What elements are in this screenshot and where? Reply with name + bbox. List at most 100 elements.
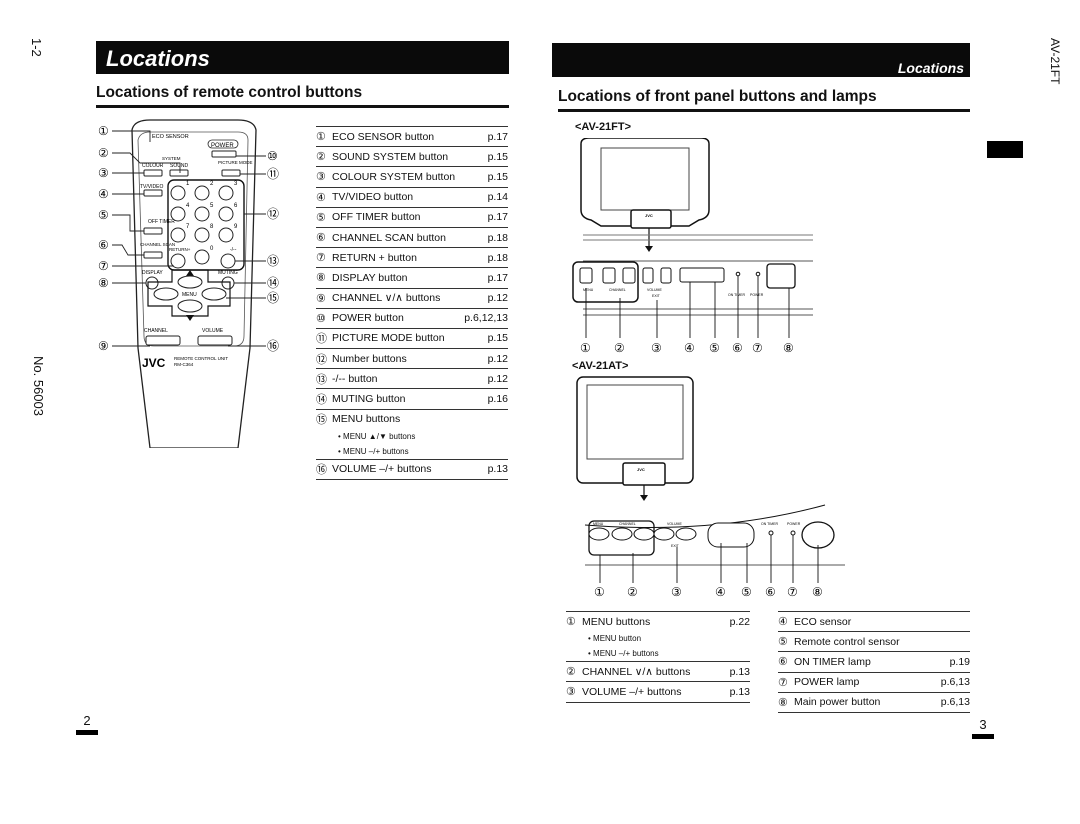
table-row: ④ ECO sensor xyxy=(778,611,970,633)
main-power-button[interactable] xyxy=(801,521,835,549)
row-label-group: ⑤ Remote control sensor xyxy=(778,635,900,649)
power-button[interactable] xyxy=(211,150,237,158)
sound-button[interactable] xyxy=(169,169,189,177)
muting-button[interactable] xyxy=(221,276,235,290)
row-label: ECO SENSOR button xyxy=(332,130,435,143)
page-number-text: 2 xyxy=(83,713,91,728)
front-panel-table-left: ① MENU buttons p.22 • MENU button • MENU –/+… xyxy=(566,611,750,703)
fp-callout-1: ① xyxy=(580,341,591,355)
digit-0-button[interactable] xyxy=(194,249,210,265)
digit-6-button[interactable] xyxy=(218,206,234,222)
digit-5-button[interactable] xyxy=(194,206,210,222)
volume-button[interactable] xyxy=(197,335,233,346)
row-label-group: ⑥ ON TIMER lamp xyxy=(778,655,871,669)
row-label-group: ⑫ Number buttons xyxy=(316,351,407,367)
channel-down-button[interactable] xyxy=(602,267,616,284)
digit-7-button[interactable] xyxy=(170,227,186,243)
digit-1-button[interactable] xyxy=(170,185,186,201)
panel-power-text: POWER xyxy=(787,522,801,526)
menu-minus-button[interactable] xyxy=(153,287,179,301)
row-sub-item: • MENU –/+ buttons xyxy=(566,646,750,663)
chapter-tab xyxy=(987,141,1023,158)
off-timer-button[interactable] xyxy=(143,227,163,235)
panel-on-timer-text: ON TIMER xyxy=(761,522,779,526)
menu-button[interactable] xyxy=(579,267,593,284)
table-row: ⑤ OFF TIMER button p.17 xyxy=(316,208,508,228)
menu-button[interactable] xyxy=(588,527,610,541)
row-number: ⑦ xyxy=(778,676,788,689)
channel-scan-button[interactable] xyxy=(143,251,163,259)
channel-down-button[interactable] xyxy=(611,527,633,541)
table-row: ③ VOLUME –/+ buttons p.13 xyxy=(566,682,750,703)
volume-up-button[interactable] xyxy=(660,267,672,284)
table-row: ⑫ Number buttons p.12 xyxy=(316,349,508,370)
row-page-ref: p.13 xyxy=(729,685,750,698)
row-page-ref: p.6,13 xyxy=(940,696,970,709)
callout-5: ⑤ xyxy=(98,208,109,222)
table-row: ⑦ POWER lamp p.6,13 xyxy=(778,673,970,693)
row-page-ref: p.6,12,13 xyxy=(464,312,508,325)
row-label-group: ⑨ CHANNEL ∨/∧ buttons xyxy=(316,292,440,305)
row-number: ③ xyxy=(566,686,576,699)
main-power-button[interactable] xyxy=(766,263,796,289)
row-page-ref: p.19 xyxy=(949,655,970,668)
page-number-text: 3 xyxy=(979,717,987,732)
on-timer-lamp xyxy=(735,271,741,277)
callout-1: ① xyxy=(98,124,109,138)
muting-text: MUTING xyxy=(218,270,238,276)
row-label: OFF TIMER button xyxy=(332,211,421,224)
volume-down-button[interactable] xyxy=(653,527,675,541)
av21at-callouts: ① ② ③ ④ ⑤ ⑥ ⑦ ⑧ xyxy=(594,585,823,599)
panel-channel-text: CHANNEL xyxy=(609,288,626,292)
row-number: ⑫ xyxy=(316,353,327,366)
front-panel-table-right: ④ ECO sensor ⑤ Remote control sensor ⑥ ON TIM… xyxy=(778,611,970,713)
down-arrow-icon xyxy=(640,495,648,501)
callout-12: ⑫ xyxy=(267,207,279,221)
tv-video-button[interactable] xyxy=(143,189,163,197)
table-row: ⑭ MUTING button p.16 xyxy=(316,389,508,410)
row-number: ⑯ xyxy=(316,464,327,477)
digit-3-button[interactable] xyxy=(218,185,234,201)
volume-up-button[interactable] xyxy=(675,527,697,541)
row-label-group: ③ COLOUR SYSTEM button xyxy=(316,170,455,184)
dash-button[interactable] xyxy=(220,253,236,269)
colour-button[interactable] xyxy=(143,169,163,177)
digit-2-button[interactable] xyxy=(194,185,210,201)
menu-down-button[interactable] xyxy=(177,299,203,313)
callout-2: ② xyxy=(98,146,109,160)
row-number: ⑧ xyxy=(778,696,788,709)
channel-button[interactable] xyxy=(145,335,181,346)
callout-8: ⑧ xyxy=(98,276,109,290)
page-number-bar xyxy=(972,734,994,739)
menu-plus-button[interactable] xyxy=(201,287,227,301)
row-label: TV/VIDEO button xyxy=(332,191,414,204)
display-text: DISPLAY xyxy=(142,270,163,276)
row-number: ⑨ xyxy=(316,292,326,305)
panel-on-timer-text: ON TIMER xyxy=(728,293,746,297)
page-number-bar xyxy=(76,730,98,735)
row-sub-item: • MENU –/+ buttons xyxy=(316,444,508,460)
picture-mode-button[interactable] xyxy=(221,169,241,177)
left-banner-title: Locations xyxy=(106,46,210,71)
digit-9-button[interactable] xyxy=(218,227,234,243)
model-a-label: <AV-21FT> xyxy=(575,121,632,133)
table-row: ② SOUND SYSTEM button p.15 xyxy=(316,147,508,168)
row-label: Main power button xyxy=(794,696,881,709)
channel-up-button[interactable] xyxy=(622,267,636,284)
fp-callout-3: ③ xyxy=(651,341,662,355)
digit-8-button[interactable] xyxy=(194,227,210,243)
row-label-group: ⑮ MENU buttons xyxy=(316,411,400,427)
channel-up-button[interactable] xyxy=(633,527,655,541)
row-label: SOUND SYSTEM button xyxy=(332,150,449,163)
tv-screen xyxy=(600,147,690,211)
row-page-ref: p.16 xyxy=(487,393,508,406)
on-timer-lamp xyxy=(768,530,774,536)
row-page-ref: p.17 xyxy=(487,130,508,143)
row-label-group: ⑪ PICTURE MODE button xyxy=(316,330,445,346)
row-label: MENU buttons xyxy=(582,615,651,628)
fp-callout-6: ⑥ xyxy=(765,585,776,599)
panel-exit-text: EXIT xyxy=(671,544,680,548)
menu-up-button[interactable] xyxy=(177,275,203,289)
volume-down-button[interactable] xyxy=(642,267,654,284)
callout-15: ⑮ xyxy=(267,291,279,305)
